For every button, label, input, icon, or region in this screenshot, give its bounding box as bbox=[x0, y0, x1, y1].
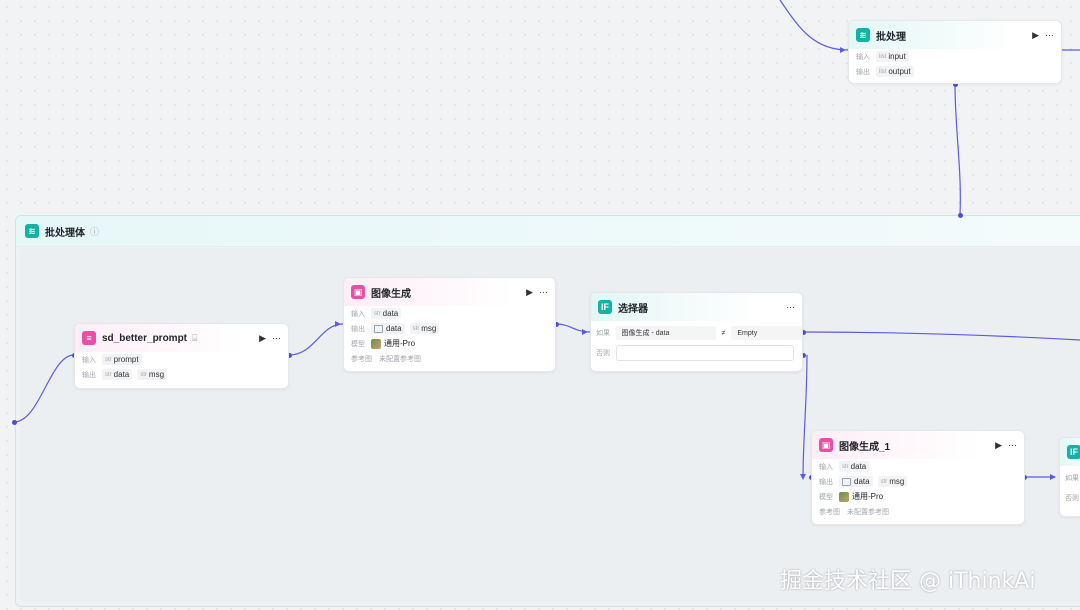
input-tag: list input bbox=[876, 51, 909, 62]
run-icon[interactable]: ▶ bbox=[1032, 30, 1039, 41]
output-row: 输出 list output bbox=[849, 64, 1061, 79]
input-row: 输入 list input bbox=[849, 49, 1061, 64]
condition-right[interactable]: Empty bbox=[731, 326, 802, 340]
selector-title: 选择器 bbox=[618, 303, 648, 315]
run-icon[interactable]: ▶ bbox=[259, 333, 266, 344]
image-gen-1-title: 图像生成_1 bbox=[839, 441, 891, 453]
if-condition-row: 如果 图像生成 - data ≠ Empty bbox=[591, 325, 802, 341]
image-icon: ▣ bbox=[819, 438, 833, 452]
input-row: 输入 str prompt bbox=[75, 352, 288, 367]
image-type-icon bbox=[842, 477, 851, 486]
model-thumbnail-icon bbox=[839, 491, 849, 502]
plugin-icon: ⌸ bbox=[192, 332, 198, 343]
batch-body-group[interactable]: ≋ 批处理体 ⓘ bbox=[15, 215, 1080, 607]
image-gen-node[interactable]: ▣ 图像生成 ▶ ··· 输入 str data 输出 data str msg 模… bbox=[343, 277, 556, 372]
image-icon: ▣ bbox=[351, 285, 365, 299]
image-gen-header: ▣ 图像生成 ▶ ··· bbox=[344, 278, 555, 306]
layers-icon: ≋ bbox=[25, 224, 39, 238]
info-icon[interactable]: ⓘ bbox=[90, 225, 99, 238]
group-title: 批处理体 bbox=[45, 227, 85, 239]
more-icon[interactable]: ··· bbox=[786, 302, 795, 312]
selector-node[interactable]: IF 选择器 ··· 如果 图像生成 - data ≠ Empty 否则 bbox=[590, 292, 803, 372]
run-icon[interactable]: ▶ bbox=[995, 440, 1002, 451]
output-row: 输出 str data str msg bbox=[75, 367, 288, 382]
batch-node[interactable]: ≋ 批处理 ▶ ··· 输入 list input 输出 list output bbox=[848, 20, 1062, 84]
sd-node-header: ≡ sd_better_prompt ⌸ ▶ ··· bbox=[75, 324, 288, 352]
image-gen-title: 图像生成 bbox=[371, 288, 411, 300]
selector-header: IF 选择器 ··· bbox=[591, 293, 802, 321]
sd-better-prompt-node[interactable]: ≡ sd_better_prompt ⌸ ▶ ··· 输入 str prompt … bbox=[74, 323, 289, 389]
more-icon[interactable]: ··· bbox=[1045, 30, 1054, 40]
selector-node-partial[interactable]: IF 如果 否则 bbox=[1059, 437, 1080, 517]
condition-left[interactable]: 图像生成 - data bbox=[615, 326, 716, 340]
image-gen-1-node[interactable]: ▣ 图像生成_1 ▶ ··· 输入 str data 输出 data str msg… bbox=[811, 430, 1025, 525]
group-top-port[interactable] bbox=[958, 213, 963, 218]
else-row: 否则 bbox=[591, 345, 802, 361]
output-tag: list output bbox=[876, 66, 914, 77]
sd-node-title: sd_better_prompt bbox=[102, 332, 188, 344]
batch-node-title: 批处理 bbox=[876, 31, 906, 43]
more-icon[interactable]: ··· bbox=[272, 333, 281, 343]
batch-node-header: ≋ 批处理 ▶ ··· bbox=[849, 21, 1061, 49]
watermark: 掘金技术社区 @ iThinkAi bbox=[780, 569, 1036, 594]
layers-icon: ≋ bbox=[856, 28, 870, 42]
image-type-icon bbox=[374, 324, 383, 333]
if-icon: IF bbox=[598, 300, 612, 314]
more-icon[interactable]: ··· bbox=[539, 287, 548, 297]
run-icon[interactable]: ▶ bbox=[526, 287, 533, 298]
else-input[interactable] bbox=[616, 345, 794, 361]
more-icon[interactable]: ··· bbox=[1008, 440, 1017, 450]
group-header: ≋ 批处理体 ⓘ bbox=[16, 216, 1080, 247]
model-thumbnail-icon bbox=[371, 338, 381, 349]
condition-operator[interactable]: ≠ bbox=[715, 326, 732, 340]
prompt-icon: ≡ bbox=[82, 331, 96, 345]
if-icon: IF bbox=[1067, 445, 1080, 459]
image-gen-1-header: ▣ 图像生成_1 ▶ ··· bbox=[812, 431, 1024, 459]
group-input-port[interactable] bbox=[12, 420, 17, 425]
